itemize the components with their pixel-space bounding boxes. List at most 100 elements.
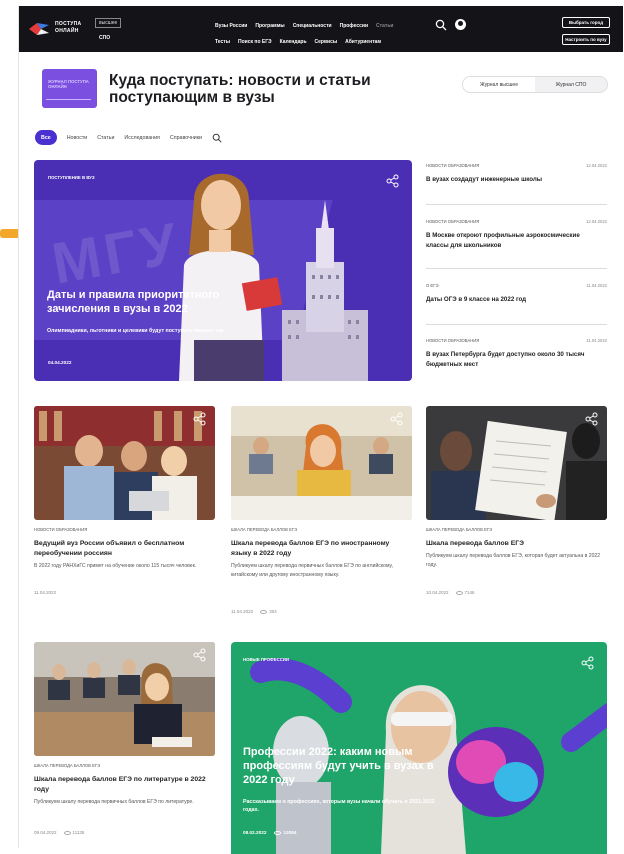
article-views: 304 [260,609,277,614]
article-image [34,642,215,756]
filter-reference[interactable]: Справочники [170,135,202,141]
page: поступа онлайн высшее СПО Вузы России Пр… [18,6,623,854]
filter-articles[interactable]: Статьи [97,135,114,141]
article-category: Новости образования [34,527,88,532]
user-icon[interactable] [455,19,466,30]
share-icon[interactable] [585,412,599,426]
nav-item-calendar[interactable]: Календарь [280,39,307,45]
feature-article[interactable]: Новые профессии Профессии 2022: каким но… [231,642,607,854]
filter-search-icon[interactable] [212,133,222,143]
hero-article[interactable]: МГУ Поступление в вуз [34,160,412,381]
feature-date: 08.02.2022 [243,830,267,835]
nav-item-tests[interactable]: Тесты [215,39,230,45]
side-news-date: 12.04.2022 [586,163,607,168]
main-nav: Вузы России Программы Специальности Проф… [215,18,445,50]
eye-icon [63,830,71,835]
article-date: 09.04.2022 [34,830,57,835]
hero-category: Поступление в вуз [48,175,95,180]
filter-news[interactable]: Новости [67,135,88,141]
eye-icon [260,609,268,614]
article-meta: 11.04.2022 [34,590,56,595]
hero-date: 04.04.2022 [48,360,72,365]
tab-journal-spo[interactable]: Журнал СПО [535,77,607,92]
hero-subtitle: Олимпиадники, льготники и целевики будут… [47,328,225,334]
filter-bar: Все Новости Статьи Исследования Справочн… [35,130,222,145]
article-meta: 11.04.2022 304 [231,609,277,614]
article-date: 11.04.2022 [34,590,57,595]
side-news-category: О ЕГЭ [426,283,439,288]
share-icon[interactable] [193,648,207,662]
feature-title[interactable]: Профессии 2022: каким новым профессиям б… [243,745,453,787]
side-news-item[interactable]: Новости образования 12.04.2022 В Москве … [426,219,607,269]
share-icon[interactable] [390,412,404,426]
article-image [34,406,215,520]
views-count: 7146 [464,590,475,595]
nav-item-ege-search[interactable]: Поиск по ЕГЭ [238,39,272,45]
side-news-item[interactable]: О ЕГЭ 11.04.2022 Даты ОГЭ в 9 классе на … [426,283,607,325]
side-news-title[interactable]: В вузах Петербурга будет доступно около … [426,350,604,369]
logo-text[interactable]: поступа онлайн [55,21,87,35]
article-views: 11135 [63,830,85,835]
side-news-category: Новости образования [426,338,480,343]
share-icon[interactable] [193,412,207,426]
feature-views: 12084 [274,830,297,835]
nav-item-services[interactable]: Сервисы [315,39,338,45]
share-icon[interactable] [581,656,595,670]
article-snippet: В 2022 году РАНХиГС примет на обучение о… [34,563,197,569]
eye-icon [274,830,282,835]
side-news-title[interactable]: В вузах создадут инженерные школы [426,175,604,185]
views-count: 11135 [72,830,85,835]
side-news-date: 11.04.2022 [586,283,607,288]
side-news-item[interactable]: Новости образования 11.04.2022 В вузах П… [426,338,607,378]
side-news-category: Новости образования [426,163,480,168]
article-meta: 09.04.2022 11135 [34,830,84,835]
views-count: 304 [269,609,277,614]
search-icon[interactable] [435,19,447,31]
article-date: 11.04.2022 [231,609,254,614]
nav-item-specialties[interactable]: Специальности [293,23,332,29]
tab-journal-higher[interactable]: Журнал высшее [463,77,535,92]
article-title[interactable]: Шкала перевода баллов ЕГЭ по иностранном… [231,539,411,559]
article-snippet: Публикуем шкалу перевода первичных балло… [34,799,194,805]
nav-item-professions[interactable]: Профессии [340,23,368,29]
article-card[interactable]: Шкала перевода баллов ЕГЭ Шкала перевода… [34,642,215,842]
article-title[interactable]: Шкала перевода баллов ЕГЭ по литературе … [34,775,214,795]
side-news-title[interactable]: В Москве откроют профильные аэрокосмичес… [426,231,604,250]
article-date: 10.04.2022 [426,590,449,595]
side-news-title[interactable]: Даты ОГЭ в 9 классе на 2022 год [426,295,604,305]
eye-icon [455,590,463,595]
choose-city-button[interactable]: Выбрать город [562,17,610,28]
article-category: Шкала перевода баллов ЕГЭ [34,763,101,768]
side-news-date: 11.04.2022 [586,338,607,343]
filter-research[interactable]: Исследования [124,135,160,141]
nav-item-applicants[interactable]: Абитуриентам [345,39,381,45]
page-title: Куда поступать: новости и статьи поступа… [109,72,371,106]
journal-logo: журнал поступа онлайн [42,69,97,108]
side-news-item[interactable]: Новости образования 12.04.2022 В вузах с… [426,163,607,205]
article-image [426,406,607,520]
journal-switch: Журнал высшее Журнал СПО [462,76,608,93]
nav-item-articles[interactable]: Статьи [376,23,393,29]
feature-subtitle: Рассказываем о профессиях, которым вузы … [243,799,435,813]
article-title[interactable]: Ведущий вуз России объявил о бесплатном … [34,539,214,559]
level-higher-toggle[interactable]: высшее [95,18,122,28]
article-card[interactable]: Новости образования Ведущий вуз России о… [34,406,215,606]
article-meta: 10.04.2022 7146 [426,590,475,595]
logo-icon[interactable] [29,22,49,36]
article-views: 7146 [455,590,475,595]
site-header: поступа онлайн высшее СПО Вузы России Пр… [19,6,623,52]
article-card[interactable]: Шкала перевода баллов ЕГЭ Шкала перевода… [231,406,412,621]
article-category: Шкала перевода баллов ЕГЭ [231,527,298,532]
side-news-category: Новости образования [426,219,480,224]
nav-item-programs[interactable]: Программы [255,23,284,29]
nav-item-universities[interactable]: Вузы России [215,23,247,29]
feature-category: Новые профессии [243,657,289,662]
article-card[interactable]: Шкала перевода баллов ЕГЭ Шкала перевода… [426,406,607,606]
share-icon[interactable] [386,174,400,188]
filter-all[interactable]: Все [35,130,57,145]
setup-by-university-button[interactable]: Настроить по вузу [562,34,610,45]
hero-title[interactable]: Даты и правила приоритетного зачисления … [47,288,257,316]
level-spo-toggle[interactable]: СПО [99,35,110,41]
article-title[interactable]: Шкала перевода баллов ЕГЭ [426,539,606,549]
feature-meta: 08.02.2022 12084 [243,830,297,835]
